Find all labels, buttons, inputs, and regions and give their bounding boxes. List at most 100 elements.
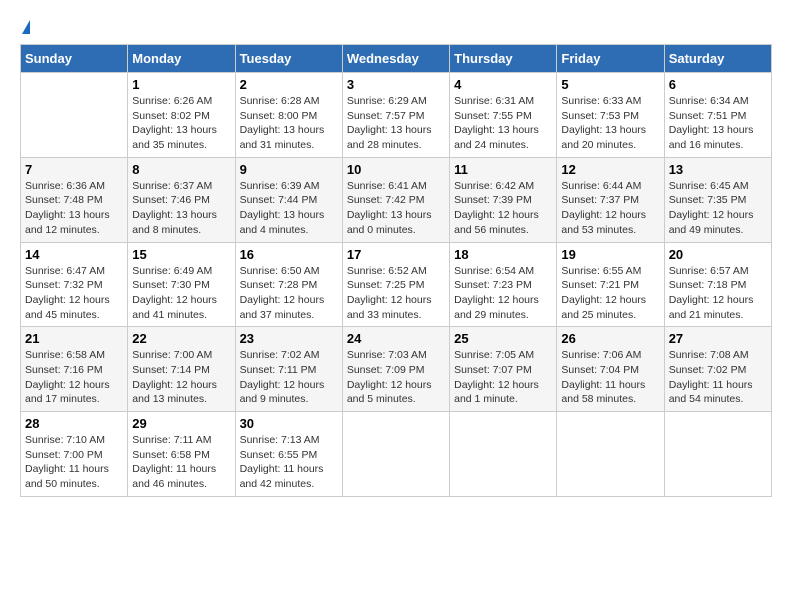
day-info: Sunrise: 6:49 AM Sunset: 7:30 PM Dayligh… [132, 264, 230, 323]
day-number: 9 [240, 162, 338, 177]
calendar-cell: 3 Sunrise: 6:29 AM Sunset: 7:57 PM Daylig… [342, 73, 449, 158]
day-number: 21 [25, 331, 123, 346]
day-info: Sunrise: 6:52 AM Sunset: 7:25 PM Dayligh… [347, 264, 445, 323]
day-number: 6 [669, 77, 767, 92]
day-number: 25 [454, 331, 552, 346]
calendar-cell: 25 Sunrise: 7:05 AM Sunset: 7:07 PM Dayli… [450, 327, 557, 412]
day-number: 1 [132, 77, 230, 92]
day-info: Sunrise: 6:45 AM Sunset: 7:35 PM Dayligh… [669, 179, 767, 238]
day-info: Sunrise: 6:29 AM Sunset: 7:57 PM Dayligh… [347, 94, 445, 153]
calendar-cell: 19 Sunrise: 6:55 AM Sunset: 7:21 PM Dayli… [557, 242, 664, 327]
day-info: Sunrise: 6:33 AM Sunset: 7:53 PM Dayligh… [561, 94, 659, 153]
day-number: 8 [132, 162, 230, 177]
day-info: Sunrise: 6:34 AM Sunset: 7:51 PM Dayligh… [669, 94, 767, 153]
day-number: 18 [454, 247, 552, 262]
day-number: 10 [347, 162, 445, 177]
day-info: Sunrise: 6:54 AM Sunset: 7:23 PM Dayligh… [454, 264, 552, 323]
day-info: Sunrise: 6:44 AM Sunset: 7:37 PM Dayligh… [561, 179, 659, 238]
day-info: Sunrise: 6:47 AM Sunset: 7:32 PM Dayligh… [25, 264, 123, 323]
day-info: Sunrise: 7:08 AM Sunset: 7:02 PM Dayligh… [669, 348, 767, 407]
day-number: 13 [669, 162, 767, 177]
day-info: Sunrise: 7:00 AM Sunset: 7:14 PM Dayligh… [132, 348, 230, 407]
calendar-cell: 30 Sunrise: 7:13 AM Sunset: 6:55 PM Dayli… [235, 412, 342, 497]
day-number: 15 [132, 247, 230, 262]
calendar-cell: 24 Sunrise: 7:03 AM Sunset: 7:09 PM Dayli… [342, 327, 449, 412]
day-info: Sunrise: 7:06 AM Sunset: 7:04 PM Dayligh… [561, 348, 659, 407]
day-number: 29 [132, 416, 230, 431]
calendar-cell: 4 Sunrise: 6:31 AM Sunset: 7:55 PM Daylig… [450, 73, 557, 158]
calendar-cell: 1 Sunrise: 6:26 AM Sunset: 8:02 PM Daylig… [128, 73, 235, 158]
day-info: Sunrise: 6:39 AM Sunset: 7:44 PM Dayligh… [240, 179, 338, 238]
calendar-cell: 22 Sunrise: 7:00 AM Sunset: 7:14 PM Dayli… [128, 327, 235, 412]
calendar-cell: 21 Sunrise: 6:58 AM Sunset: 7:16 PM Dayli… [21, 327, 128, 412]
day-info: Sunrise: 6:28 AM Sunset: 8:00 PM Dayligh… [240, 94, 338, 153]
calendar-cell: 20 Sunrise: 6:57 AM Sunset: 7:18 PM Dayli… [664, 242, 771, 327]
day-number: 19 [561, 247, 659, 262]
day-number: 4 [454, 77, 552, 92]
calendar-cell: 10 Sunrise: 6:41 AM Sunset: 7:42 PM Dayli… [342, 157, 449, 242]
calendar-cell: 6 Sunrise: 6:34 AM Sunset: 7:51 PM Daylig… [664, 73, 771, 158]
day-number: 2 [240, 77, 338, 92]
day-number: 5 [561, 77, 659, 92]
day-info: Sunrise: 6:42 AM Sunset: 7:39 PM Dayligh… [454, 179, 552, 238]
calendar-cell: 23 Sunrise: 7:02 AM Sunset: 7:11 PM Dayli… [235, 327, 342, 412]
calendar-cell: 26 Sunrise: 7:06 AM Sunset: 7:04 PM Dayli… [557, 327, 664, 412]
calendar-cell: 18 Sunrise: 6:54 AM Sunset: 7:23 PM Dayli… [450, 242, 557, 327]
day-number: 16 [240, 247, 338, 262]
logo [20, 20, 30, 34]
calendar-cell: 9 Sunrise: 6:39 AM Sunset: 7:44 PM Daylig… [235, 157, 342, 242]
day-number: 11 [454, 162, 552, 177]
day-number: 30 [240, 416, 338, 431]
weekday-header-thursday: Thursday [450, 45, 557, 73]
calendar-cell: 27 Sunrise: 7:08 AM Sunset: 7:02 PM Dayli… [664, 327, 771, 412]
calendar-cell: 12 Sunrise: 6:44 AM Sunset: 7:37 PM Dayli… [557, 157, 664, 242]
day-info: Sunrise: 6:36 AM Sunset: 7:48 PM Dayligh… [25, 179, 123, 238]
day-info: Sunrise: 6:26 AM Sunset: 8:02 PM Dayligh… [132, 94, 230, 153]
weekday-header-friday: Friday [557, 45, 664, 73]
calendar-cell: 15 Sunrise: 6:49 AM Sunset: 7:30 PM Dayli… [128, 242, 235, 327]
weekday-header-wednesday: Wednesday [342, 45, 449, 73]
page-header [20, 20, 772, 34]
day-number: 28 [25, 416, 123, 431]
calendar-cell: 16Sunrise: 6:50 AM Sunset: 7:28 PM Dayli… [235, 242, 342, 327]
calendar-cell: 13 Sunrise: 6:45 AM Sunset: 7:35 PM Dayli… [664, 157, 771, 242]
calendar-cell: 7 Sunrise: 6:36 AM Sunset: 7:48 PM Daylig… [21, 157, 128, 242]
weekday-header-tuesday: Tuesday [235, 45, 342, 73]
calendar-cell [450, 412, 557, 497]
day-info: Sunrise: 7:02 AM Sunset: 7:11 PM Dayligh… [240, 348, 338, 407]
day-info: Sunrise: 7:03 AM Sunset: 7:09 PM Dayligh… [347, 348, 445, 407]
day-info: Sunrise: 6:37 AM Sunset: 7:46 PM Dayligh… [132, 179, 230, 238]
day-info: Sunrise: 6:57 AM Sunset: 7:18 PM Dayligh… [669, 264, 767, 323]
day-info: Sunrise: 6:58 AM Sunset: 7:16 PM Dayligh… [25, 348, 123, 407]
calendar-cell: 5 Sunrise: 6:33 AM Sunset: 7:53 PM Daylig… [557, 73, 664, 158]
day-number: 14 [25, 247, 123, 262]
calendar-cell [342, 412, 449, 497]
day-number: 12 [561, 162, 659, 177]
weekday-header-monday: Monday [128, 45, 235, 73]
day-number: 22 [132, 331, 230, 346]
calendar-cell: 8 Sunrise: 6:37 AM Sunset: 7:46 PM Daylig… [128, 157, 235, 242]
day-number: 23 [240, 331, 338, 346]
weekday-header-sunday: Sunday [21, 45, 128, 73]
day-number: 26 [561, 331, 659, 346]
calendar-table: SundayMondayTuesdayWednesdayThursdayFrid… [20, 44, 772, 497]
day-info: Sunrise: 7:10 AM Sunset: 7:00 PM Dayligh… [25, 433, 123, 492]
day-info: Sunrise: 7:05 AM Sunset: 7:07 PM Dayligh… [454, 348, 552, 407]
day-number: 7 [25, 162, 123, 177]
day-number: 27 [669, 331, 767, 346]
day-number: 17 [347, 247, 445, 262]
day-info: Sunrise: 7:13 AM Sunset: 6:55 PM Dayligh… [240, 433, 338, 492]
day-info: Sunrise: 6:41 AM Sunset: 7:42 PM Dayligh… [347, 179, 445, 238]
calendar-cell: 29 Sunrise: 7:11 AM Sunset: 6:58 PM Dayli… [128, 412, 235, 497]
calendar-cell: 11 Sunrise: 6:42 AM Sunset: 7:39 PM Dayli… [450, 157, 557, 242]
weekday-header-saturday: Saturday [664, 45, 771, 73]
day-number: 20 [669, 247, 767, 262]
day-info: Sunrise: 7:11 AM Sunset: 6:58 PM Dayligh… [132, 433, 230, 492]
day-number: 24 [347, 331, 445, 346]
calendar-cell [557, 412, 664, 497]
day-info: Sunrise: 6:55 AM Sunset: 7:21 PM Dayligh… [561, 264, 659, 323]
day-info: Sunrise: 6:31 AM Sunset: 7:55 PM Dayligh… [454, 94, 552, 153]
calendar-cell: 17 Sunrise: 6:52 AM Sunset: 7:25 PM Dayli… [342, 242, 449, 327]
calendar-cell [21, 73, 128, 158]
day-number: 3 [347, 77, 445, 92]
